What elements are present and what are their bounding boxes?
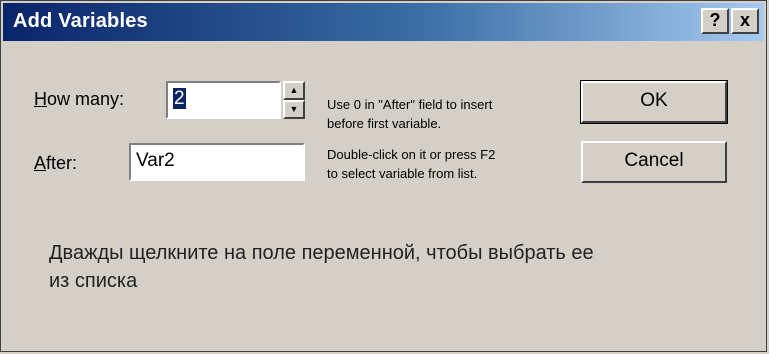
hint-line-3: Double-click on it or press F2 bbox=[327, 147, 496, 162]
how-many-accesskey: H bbox=[34, 89, 47, 109]
title-bar[interactable]: Add Variables ? x bbox=[3, 3, 764, 41]
how-many-label: How many: bbox=[34, 89, 124, 110]
spin-up-icon[interactable]: ▲ bbox=[283, 81, 305, 100]
how-many-label-rest: ow many: bbox=[47, 89, 125, 109]
close-button[interactable]: x bbox=[731, 8, 759, 34]
after-input[interactable]: Var2 bbox=[129, 143, 305, 181]
how-many-spinner[interactable]: ▲ ▼ bbox=[283, 81, 305, 119]
after-accesskey: A bbox=[34, 153, 47, 173]
ok-button[interactable]: OK bbox=[580, 80, 728, 124]
window-title: Add Variables bbox=[13, 10, 148, 32]
hint-line-1: Use 0 in "After" field to insert bbox=[327, 97, 493, 112]
help-button[interactable]: ? bbox=[701, 8, 729, 34]
hint-line-2: before first variable. bbox=[327, 116, 442, 131]
add-variables-dialog: Add Variables ? x How many: 2 ▲ ▼ After:… bbox=[0, 0, 767, 352]
instruction-note: Дважды щелкните на поле переменной, чтоб… bbox=[49, 242, 594, 292]
spin-down-icon[interactable]: ▼ bbox=[283, 100, 305, 119]
after-label-rest: fter: bbox=[46, 153, 78, 173]
cancel-button[interactable]: Cancel bbox=[581, 141, 727, 183]
after-value: Var2 bbox=[136, 150, 175, 171]
how-many-value: 2 bbox=[173, 88, 186, 109]
hint-line-4: to select variable from list. bbox=[327, 166, 478, 181]
after-label: After: bbox=[34, 153, 77, 174]
how-many-input[interactable]: 2 bbox=[166, 81, 281, 119]
